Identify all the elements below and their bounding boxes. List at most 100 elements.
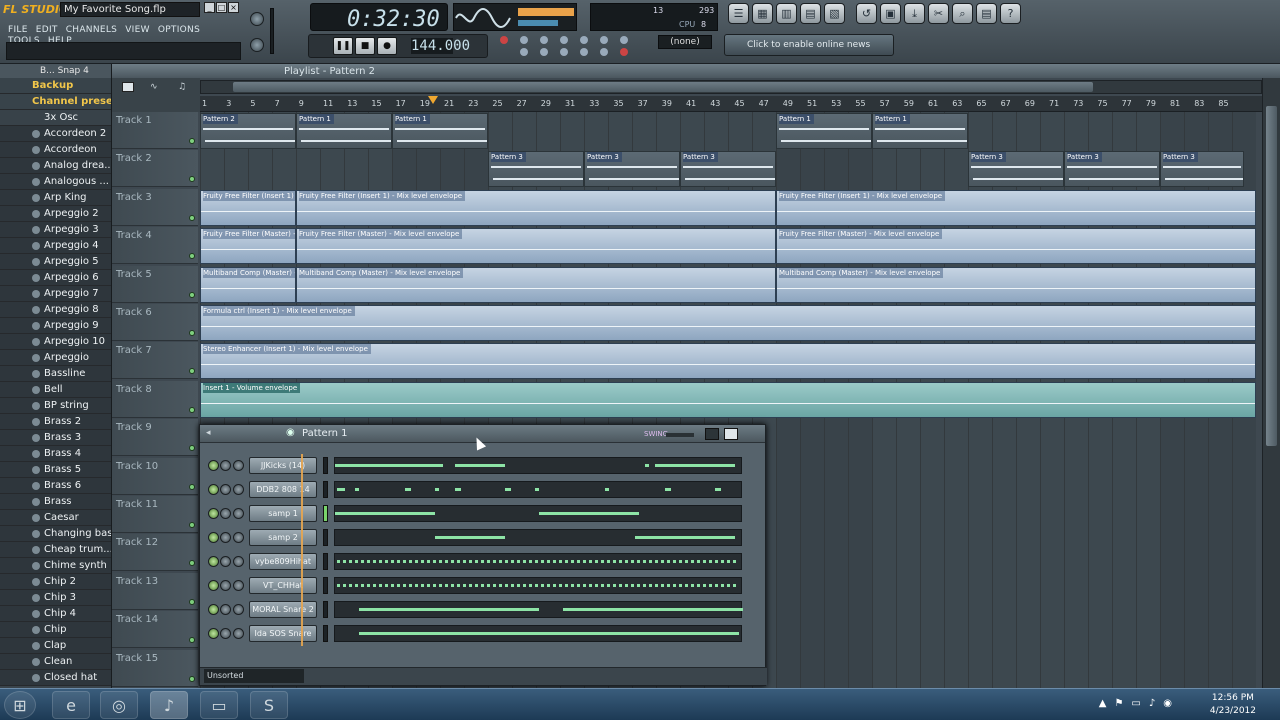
automation-clip[interactable]: Fruity Free Filter (Insert 1) - ...	[200, 189, 296, 226]
pattern-clip[interactable]: Pattern 1	[296, 113, 392, 149]
channel-step-grid[interactable]	[334, 577, 742, 594]
maximize-button[interactable]: □	[216, 2, 227, 13]
vertical-scrollbar[interactable]	[1262, 78, 1280, 688]
channel-enable-led[interactable]	[208, 460, 219, 471]
track-header[interactable]: Track 11	[112, 496, 198, 533]
track-mute-led[interactable]	[189, 368, 195, 375]
internet-explorer-icon[interactable]: e	[52, 691, 90, 719]
channel-pan-knob[interactable]	[220, 484, 231, 495]
track-header[interactable]: Track 3	[112, 188, 198, 226]
automation-clip[interactable]: Fruity Free Filter (Master) - Mix level …	[776, 228, 1256, 265]
automation-clip[interactable]: Stereo Enhancer (Insert 1) - Mix level e…	[200, 343, 1256, 380]
mixer-icon[interactable]: ▤	[800, 3, 821, 24]
browser-item[interactable]: Arpeggio 8	[0, 302, 111, 318]
info-icon[interactable]: ▤	[976, 3, 997, 24]
pattern-clip[interactable]: Pattern 1	[776, 113, 872, 149]
browser-item[interactable]: Arpeggio 4	[0, 238, 111, 254]
song-position-marker[interactable]	[428, 96, 438, 104]
browser-item[interactable]: Arpeggio 2	[0, 206, 111, 222]
browser-item[interactable]: Accordeon	[0, 142, 111, 158]
track-header[interactable]: Track 1	[112, 112, 198, 149]
browser-item[interactable]: Chip 4	[0, 606, 111, 622]
browser-header[interactable]: B... Snap 4	[0, 64, 111, 78]
step-sequencer-icon[interactable]: ▥	[776, 3, 797, 24]
cut-icon[interactable]: ✂	[928, 3, 949, 24]
track-mute-led[interactable]	[189, 483, 195, 490]
system-tray[interactable]: ▲⚑▭♪◉	[1099, 698, 1180, 709]
browser-item[interactable]: Clean	[0, 654, 111, 670]
channel-select-indicator[interactable]	[323, 505, 328, 522]
browser-item[interactable]: Arpeggio 10	[0, 334, 111, 350]
menu-channels[interactable]: CHANNELS	[66, 25, 118, 35]
channel-enable-led[interactable]	[208, 604, 219, 615]
pattern-clip[interactable]: Pattern 3	[1064, 151, 1160, 188]
search-icon[interactable]: ⌕	[952, 3, 973, 24]
graph-editor-icon[interactable]	[705, 428, 719, 440]
channel-pan-knob[interactable]	[220, 460, 231, 471]
browser-item[interactable]: Closed hat	[0, 670, 111, 686]
browser-item[interactable]: BP string	[0, 398, 111, 414]
channel-select-indicator[interactable]	[323, 529, 328, 546]
channel-step-grid[interactable]	[334, 625, 742, 642]
channel-name-button[interactable]: samp 2	[249, 529, 317, 546]
master-volume-slider[interactable]	[270, 8, 274, 54]
automation-clip[interactable]: Multiband Comp (Master) - Mix level enve…	[296, 266, 776, 303]
channel-select-indicator[interactable]	[323, 553, 328, 570]
automation-clip[interactable]: Multiband Comp (Master) - ...	[200, 266, 296, 303]
playlist-icon[interactable]: ☰	[728, 3, 749, 24]
channel-enable-led[interactable]	[208, 484, 219, 495]
automation-clip[interactable]: Multiband Comp (Master) - Mix level enve…	[776, 266, 1256, 303]
horizontal-scrollbar[interactable]	[200, 80, 1262, 94]
menu-arrow-icon[interactable]: ◂	[206, 428, 211, 438]
pattern-clip[interactable]: Pattern 3	[1160, 151, 1244, 188]
online-news-button[interactable]: Click to enable online news	[724, 34, 894, 56]
browser-item[interactable]: Cheap trum...	[0, 542, 111, 558]
browser-item[interactable]: Changing bass	[0, 526, 111, 542]
explorer-folder-icon[interactable]: ▭	[200, 691, 238, 719]
channel-enable-led[interactable]	[208, 580, 219, 591]
piano-roll-icon[interactable]: ▦	[752, 3, 773, 24]
track-mute-led[interactable]	[189, 522, 195, 528]
snap-icon[interactable]: ∿	[150, 82, 158, 92]
track-mute-led[interactable]	[189, 560, 195, 567]
music-note-icon[interactable]: ♫	[178, 82, 186, 92]
pattern-title[interactable]: Pattern 1	[302, 428, 348, 439]
channel-name-button[interactable]: vybe809Hihat	[249, 553, 317, 570]
browser-item[interactable]: Chip 3	[0, 590, 111, 606]
track-mute-led[interactable]	[189, 406, 195, 413]
browser-item[interactable]: Arp King	[0, 190, 111, 206]
track-mute-led[interactable]	[189, 253, 195, 260]
track-mute-led[interactable]	[189, 637, 195, 644]
pattern-clip[interactable]: Pattern 3	[488, 151, 584, 188]
channel-name-button[interactable]: DDB2 808 14	[249, 481, 317, 498]
channel-step-grid[interactable]	[334, 505, 742, 522]
chrome-icon[interactable]: ◎	[100, 691, 138, 719]
channel-enable-led[interactable]	[208, 532, 219, 543]
vertical-scroll-thumb[interactable]	[1266, 106, 1277, 446]
channel-select-indicator[interactable]	[323, 625, 328, 642]
browser-item[interactable]: Arpeggio	[0, 350, 111, 366]
channel-pan-knob[interactable]	[220, 604, 231, 615]
keyboard-editor-icon[interactable]	[724, 428, 738, 440]
fl-studio-taskbar-icon[interactable]: ♪	[150, 691, 188, 719]
channel-select-indicator[interactable]	[323, 577, 328, 594]
channel-pan-knob[interactable]	[220, 508, 231, 519]
system-clock[interactable]: 12:56 PM 4/23/2012	[1210, 692, 1256, 718]
track-header[interactable]: Track 9	[112, 419, 198, 457]
automation-clip[interactable]: Fruity Free Filter (Master) - ...	[200, 228, 296, 265]
channel-volume-knob[interactable]	[233, 460, 244, 471]
channel-select-indicator[interactable]	[323, 601, 328, 618]
automation-clip[interactable]: Insert 1 - Volume envelope	[200, 381, 1256, 418]
menu-options[interactable]: OPTIONS	[158, 25, 200, 35]
channel-name-button[interactable]: Ida SOS Snare	[249, 625, 317, 642]
channel-enable-led[interactable]	[208, 508, 219, 519]
record-button[interactable]: ●	[377, 37, 397, 55]
browser-item[interactable]: Brass	[0, 494, 111, 510]
channel-volume-knob[interactable]	[233, 508, 244, 519]
timeline-ruler[interactable]: 1 3 5 7 9 11 13 15 17 19 21 23 25 27 29 31 33 35 37 39 41 43 4…	[200, 96, 1262, 112]
pattern-clip[interactable]: Pattern 3	[584, 151, 680, 188]
browser-item[interactable]: Bassline	[0, 366, 111, 382]
channel-name-button[interactable]: MORAL Snare 2	[249, 601, 317, 618]
menu-file[interactable]: FILE	[8, 25, 28, 35]
browser-item[interactable]: Arpeggio 7	[0, 286, 111, 302]
